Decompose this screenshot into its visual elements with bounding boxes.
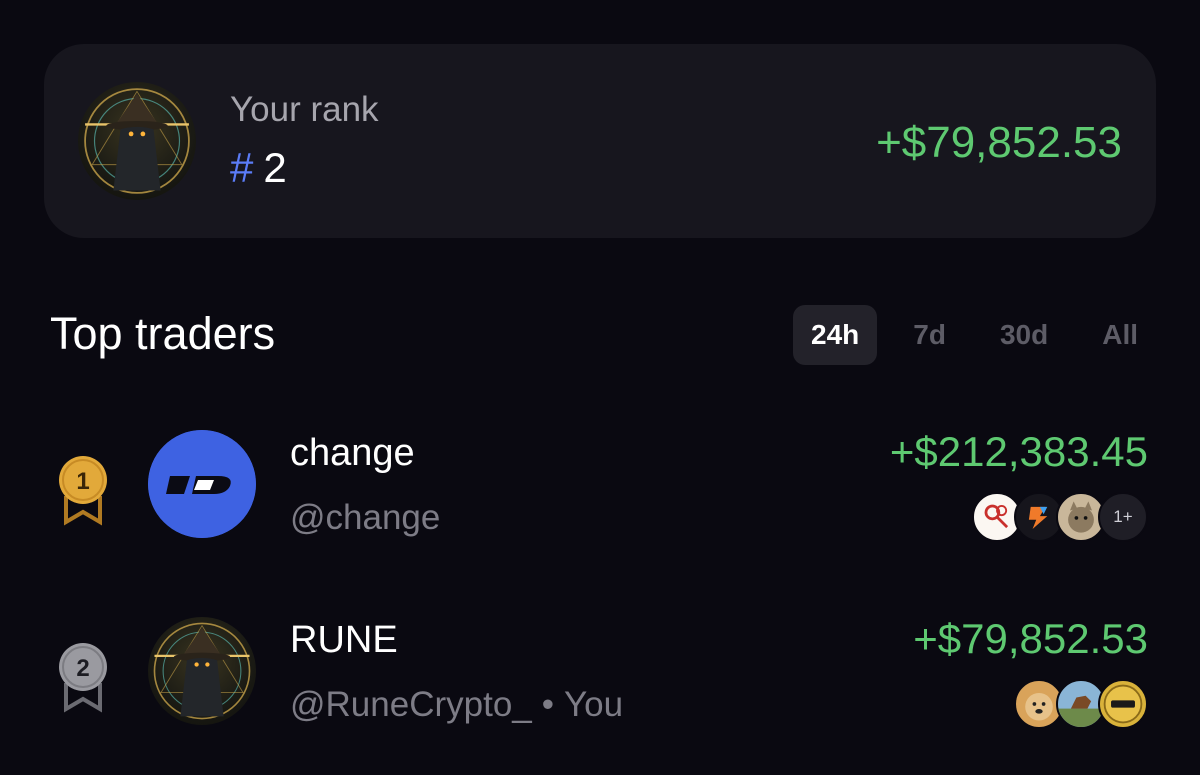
rune-avatar <box>148 617 256 725</box>
tab-7d[interactable]: 7d <box>895 305 964 365</box>
medal-rank-1: 1 <box>76 468 89 495</box>
silver-medal-icon: 2 <box>52 639 114 713</box>
tab-all[interactable]: All <box>1084 305 1156 365</box>
trader-name: change <box>290 432 415 474</box>
change-logo-icon <box>148 430 256 538</box>
separator-dot: • <box>541 685 555 724</box>
tab-24h[interactable]: 24h <box>793 305 878 365</box>
trader-row[interactable]: 2 RUNE @RuneCrypto_ • You +$79,852.53 <box>0 605 1200 745</box>
medal-rank-2: 2 <box>76 655 89 682</box>
trader-handle: @change <box>290 498 441 537</box>
top-traders-title: Top traders <box>50 308 276 359</box>
you-marker: You <box>564 685 624 724</box>
trader-row[interactable]: 1 change @change +$212,383.45 1+ <box>0 418 1200 558</box>
your-rank-label: Your rank <box>230 90 379 129</box>
token-list <box>1014 679 1148 729</box>
more-tokens-badge[interactable]: 1+ <box>1098 492 1148 542</box>
coin-token-icon <box>1098 679 1148 729</box>
user-avatar <box>78 82 196 200</box>
trader-pnl: +$79,852.53 <box>913 615 1148 662</box>
timeframe-tabs: 24h 7d 30d All <box>775 305 1156 365</box>
your-pnl: +$79,852.53 <box>876 118 1122 167</box>
handle-text: @RuneCrypto_ <box>290 685 532 724</box>
trader-pnl: +$212,383.45 <box>889 428 1148 475</box>
rank-value: #2 <box>230 144 287 192</box>
gold-medal-icon: 1 <box>52 452 114 526</box>
trader-handle: @RuneCrypto_ • You <box>290 685 623 725</box>
rank-number: 2 <box>263 144 287 191</box>
change-avatar <box>148 430 256 538</box>
tab-30d[interactable]: 30d <box>982 305 1066 365</box>
rank-hash: # <box>230 144 254 191</box>
trader-name: RUNE <box>290 619 398 661</box>
your-rank-card[interactable]: Your rank #2 +$79,852.53 <box>44 44 1156 238</box>
wizard-avatar-icon <box>84 88 190 194</box>
wizard-avatar-icon <box>153 622 251 720</box>
token-list: 1+ <box>972 492 1148 542</box>
